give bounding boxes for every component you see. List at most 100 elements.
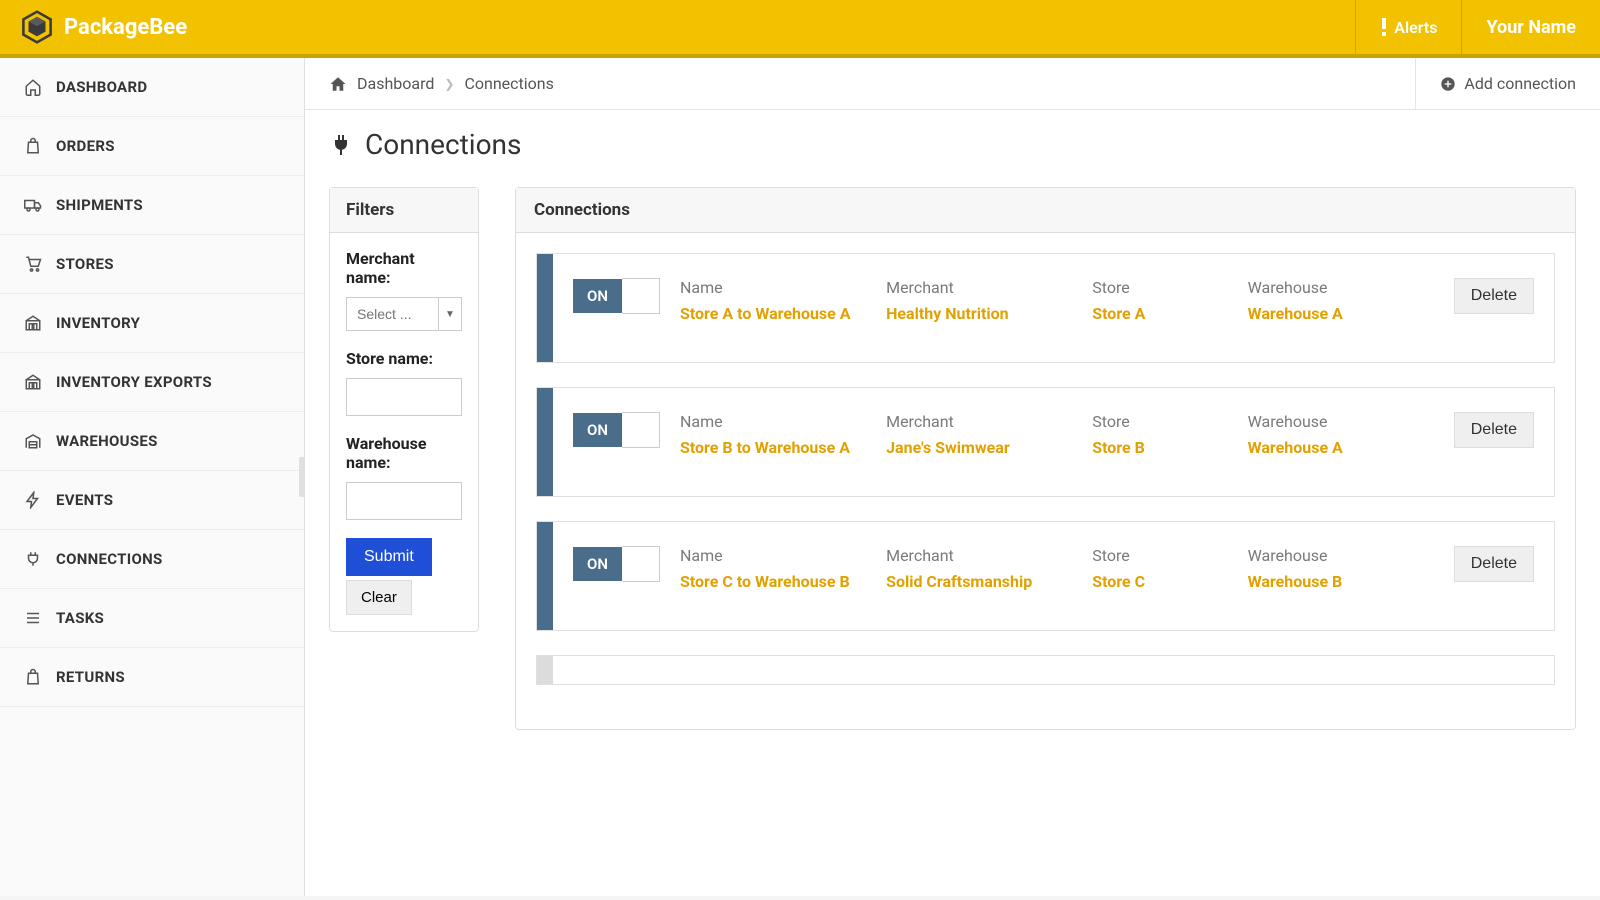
merchant-select[interactable]: ▼ — [346, 297, 462, 331]
app-header: PackageBee Alerts Your Name — [0, 0, 1600, 58]
filters-title: Filters — [330, 188, 478, 233]
clear-button[interactable]: Clear — [346, 580, 412, 615]
breadcrumb-dashboard[interactable]: Dashboard — [357, 74, 434, 93]
delete-button[interactable]: Delete — [1454, 546, 1534, 582]
warehouse-link[interactable]: Warehouse B — [1248, 571, 1434, 593]
nav-returns[interactable]: RETURNS — [0, 648, 304, 707]
warehouse-icon — [24, 432, 42, 450]
nav-connections[interactable]: CONNECTIONS — [0, 530, 304, 589]
merchant-name-label: Merchant name: — [346, 249, 462, 287]
brand[interactable]: PackageBee — [0, 10, 187, 44]
toggle-on-label: ON — [573, 413, 622, 447]
status-toggle[interactable]: ON — [573, 546, 660, 582]
connection-card: ON Name Store A to Warehouse A Merchant … — [536, 253, 1555, 363]
chevron-down-icon[interactable]: ▼ — [438, 297, 462, 331]
nav-events[interactable]: EVENTS — [0, 471, 304, 530]
topbar: Dashboard ❯ Connections Add connection — [305, 58, 1600, 110]
inventory-export-icon — [24, 373, 42, 391]
toggle-on-label: ON — [573, 547, 622, 581]
nav-label: DASHBOARD — [56, 78, 147, 96]
delete-button[interactable]: Delete — [1454, 278, 1534, 314]
nav-tasks[interactable]: TASKS — [0, 589, 304, 648]
connection-card-partial — [536, 655, 1555, 685]
submit-button[interactable]: Submit — [346, 538, 432, 576]
nav-label: INVENTORY — [56, 314, 140, 332]
delete-button[interactable]: Delete — [1454, 412, 1534, 448]
warehouse-name-label: Warehouse name: — [346, 434, 462, 472]
connection-name-link[interactable]: Store B to Warehouse A — [680, 437, 866, 459]
username-label: Your Name — [1486, 17, 1576, 38]
chevron-right-icon: ❯ — [444, 77, 454, 91]
col-label-merchant: Merchant — [886, 546, 1072, 565]
alert-icon — [1380, 18, 1388, 36]
store-name-input[interactable] — [346, 378, 462, 416]
store-name-label: Store name: — [346, 349, 462, 368]
return-icon — [24, 668, 42, 686]
home-icon — [24, 78, 42, 96]
merchant-select-input[interactable] — [346, 297, 438, 331]
col-label-merchant: Merchant — [886, 278, 1072, 297]
col-label-name: Name — [680, 278, 866, 297]
warehouse-link[interactable]: Warehouse A — [1248, 437, 1434, 459]
nav-inventory[interactable]: INVENTORY — [0, 294, 304, 353]
connection-name-link[interactable]: Store A to Warehouse A — [680, 303, 866, 325]
nav-label: EVENTS — [56, 491, 113, 509]
alerts-button[interactable]: Alerts — [1355, 0, 1461, 54]
connection-name-link[interactable]: Store C to Warehouse B — [680, 571, 866, 593]
nav-label: SHIPMENTS — [56, 196, 143, 214]
store-link[interactable]: Store B — [1092, 437, 1227, 459]
breadcrumb-current: Connections — [464, 74, 553, 93]
plug-icon — [329, 131, 353, 159]
add-connection-label: Add connection — [1464, 74, 1576, 93]
connections-panel-title: Connections — [516, 188, 1575, 233]
truck-icon — [24, 196, 42, 214]
nav-shipments[interactable]: SHIPMENTS — [0, 176, 304, 235]
toggle-off-area — [622, 278, 660, 314]
sidebar: DASHBOARD ORDERS SHIPMENTS STORES INVENT… — [0, 58, 305, 896]
add-connection-button[interactable]: Add connection — [1415, 58, 1600, 109]
nav-label: CONNECTIONS — [56, 550, 163, 568]
connections-panel: Connections ON Name Store A to Warehouse… — [515, 187, 1576, 730]
nav-label: RETURNS — [56, 668, 125, 686]
page-title: Connections — [305, 110, 1600, 187]
warehouse-name-input[interactable] — [346, 482, 462, 520]
card-stripe — [537, 656, 553, 684]
alerts-label: Alerts — [1394, 18, 1437, 37]
nav-dashboard[interactable]: DASHBOARD — [0, 58, 304, 117]
card-stripe — [537, 522, 553, 630]
list-icon — [24, 609, 42, 627]
nav-label: INVENTORY EXPORTS — [56, 373, 212, 391]
merchant-link[interactable]: Jane's Swimwear — [886, 437, 1072, 459]
warehouse-link[interactable]: Warehouse A — [1248, 303, 1434, 325]
col-label-store: Store — [1092, 546, 1227, 565]
sidebar-resize-handle[interactable] — [299, 457, 305, 497]
nav-orders[interactable]: ORDERS — [0, 117, 304, 176]
toggle-off-area — [622, 412, 660, 448]
store-link[interactable]: Store C — [1092, 571, 1227, 593]
status-toggle[interactable]: ON — [573, 412, 660, 448]
merchant-link[interactable]: Healthy Nutrition — [886, 303, 1072, 325]
filters-panel: Filters Merchant name: ▼ Store name: — [329, 187, 479, 632]
nav-warehouses[interactable]: WAREHOUSES — [0, 412, 304, 471]
nav-label: WAREHOUSES — [56, 432, 158, 450]
bolt-icon — [24, 491, 42, 509]
col-label-name: Name — [680, 546, 866, 565]
inventory-icon — [24, 314, 42, 332]
connection-card: ON Name Store C to Warehouse B Merchant … — [536, 521, 1555, 631]
cart-icon — [24, 255, 42, 273]
nav-stores[interactable]: STORES — [0, 235, 304, 294]
col-label-store: Store — [1092, 412, 1227, 431]
store-link[interactable]: Store A — [1092, 303, 1227, 325]
main-content: Dashboard ❯ Connections Add connection C… — [305, 58, 1600, 896]
col-label-warehouse: Warehouse — [1248, 546, 1434, 565]
card-stripe — [537, 388, 553, 496]
plug-icon — [24, 550, 42, 568]
connection-card: ON Name Store B to Warehouse A Merchant … — [536, 387, 1555, 497]
col-label-name: Name — [680, 412, 866, 431]
nav-inventory-exports[interactable]: INVENTORY EXPORTS — [0, 353, 304, 412]
col-label-warehouse: Warehouse — [1248, 412, 1434, 431]
user-menu[interactable]: Your Name — [1461, 0, 1600, 54]
status-toggle[interactable]: ON — [573, 278, 660, 314]
merchant-link[interactable]: Solid Craftsmanship — [886, 571, 1072, 593]
bag-icon — [24, 137, 42, 155]
